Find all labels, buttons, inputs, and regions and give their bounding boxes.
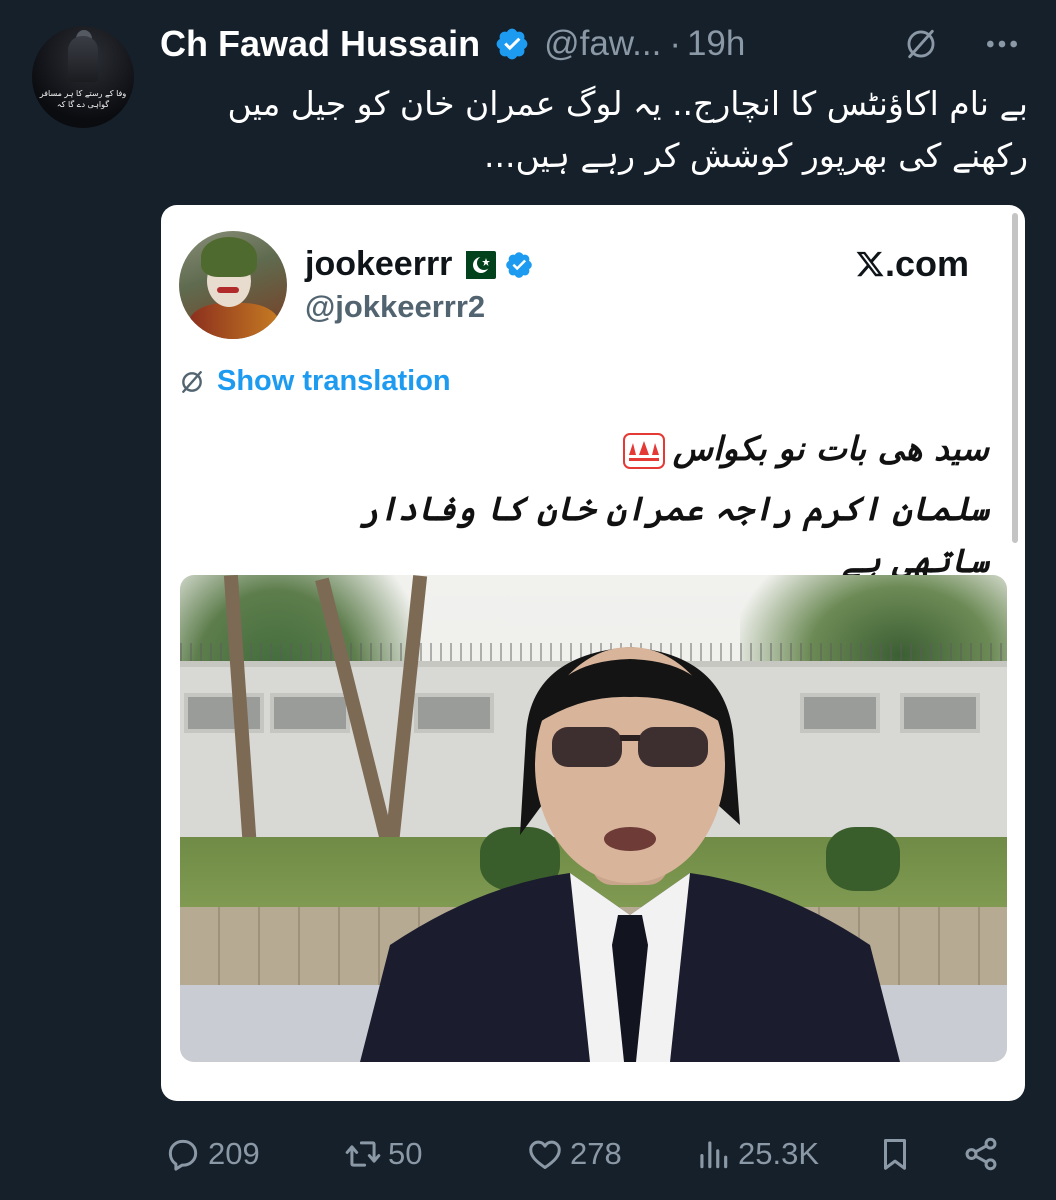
- tweet-text: بے نام اکاؤنٹس کا انچارج.. یہ لوگ عمران …: [227, 84, 1028, 175]
- bookmark-button[interactable]: [876, 1128, 914, 1180]
- avatar-mouth: [217, 287, 239, 293]
- x-com-source[interactable]: .com: [855, 241, 969, 287]
- quote-text-line-1: سید ھی بات نو بکواس: [311, 423, 989, 475]
- show-translation-link[interactable]: Show translation: [217, 365, 451, 398]
- avatar-figure-body: [68, 36, 98, 82]
- views-icon: [700, 1141, 728, 1169]
- tweet-timestamp[interactable]: 19h: [687, 24, 745, 64]
- avatar-suit: [189, 303, 279, 339]
- quote-author-handle[interactable]: @jokkeerrr2: [305, 289, 485, 325]
- views-button[interactable]: 25.3K: [694, 1128, 819, 1180]
- photo-person: [360, 647, 900, 1062]
- reply-icon: [168, 1139, 198, 1171]
- like-icon: [529, 1140, 561, 1169]
- reply-count: 209: [208, 1136, 260, 1171]
- quoted-tweet-card[interactable]: jookeerrr @jokkeerrr2 .com Show translat…: [161, 205, 1025, 1101]
- quote-name-row: jookeerrr: [305, 245, 534, 284]
- avatar-hair: [201, 237, 257, 277]
- bookmark-icon: [883, 1139, 907, 1170]
- like-button[interactable]: 278: [526, 1128, 622, 1180]
- repost-count: 50: [388, 1136, 423, 1171]
- share-button[interactable]: [962, 1128, 1000, 1180]
- source-label: .com: [885, 243, 970, 284]
- pakistan-flag-icon: [456, 250, 497, 279]
- header-separator: ·: [669, 24, 681, 63]
- grok-icon[interactable]: [904, 27, 938, 61]
- hundred-points-emoji-icon: [622, 433, 665, 469]
- author-avatar[interactable]: وفا کے رستے کا ہر مسافر گواہی دے گا کہ: [32, 26, 134, 128]
- views-count: 25.3K: [738, 1136, 820, 1171]
- share-icon: [965, 1137, 997, 1171]
- x-logo-icon: [856, 251, 884, 277]
- quote-text-line-2: سلمان اکرم راجہ عمران خان کا وفادار ساتھ…: [359, 489, 989, 580]
- quote-text-line-1-content: سید ھی بات نو بکواس: [672, 429, 989, 468]
- repost-button[interactable]: 50: [344, 1128, 422, 1180]
- quote-verified-badge-icon: [506, 251, 533, 278]
- repost-icon: [345, 1141, 381, 1167]
- author-handle[interactable]: @faw...: [544, 24, 661, 64]
- photo-wall-panel: [184, 693, 264, 733]
- reply-button[interactable]: 209: [164, 1128, 260, 1180]
- like-count: 278: [570, 1136, 622, 1171]
- author-display-name[interactable]: Ch Fawad Hussain: [160, 23, 480, 65]
- avatar-caption: وفا کے رستے کا ہر مسافر گواہی دے گا کہ: [39, 89, 127, 109]
- verified-badge-icon: [496, 28, 528, 60]
- quote-author-avatar[interactable]: [179, 231, 287, 339]
- more-options-icon[interactable]: [982, 24, 1022, 64]
- attached-photo[interactable]: [180, 575, 1007, 1062]
- quote-author-display-name[interactable]: jookeerrr: [305, 245, 452, 284]
- show-translation-row[interactable]: Show translation: [179, 365, 451, 398]
- tweet-action-bar: 209 50 278 25.3K: [0, 1128, 1056, 1180]
- card-scrollbar[interactable]: [1012, 213, 1018, 543]
- translate-icon: [182, 370, 202, 393]
